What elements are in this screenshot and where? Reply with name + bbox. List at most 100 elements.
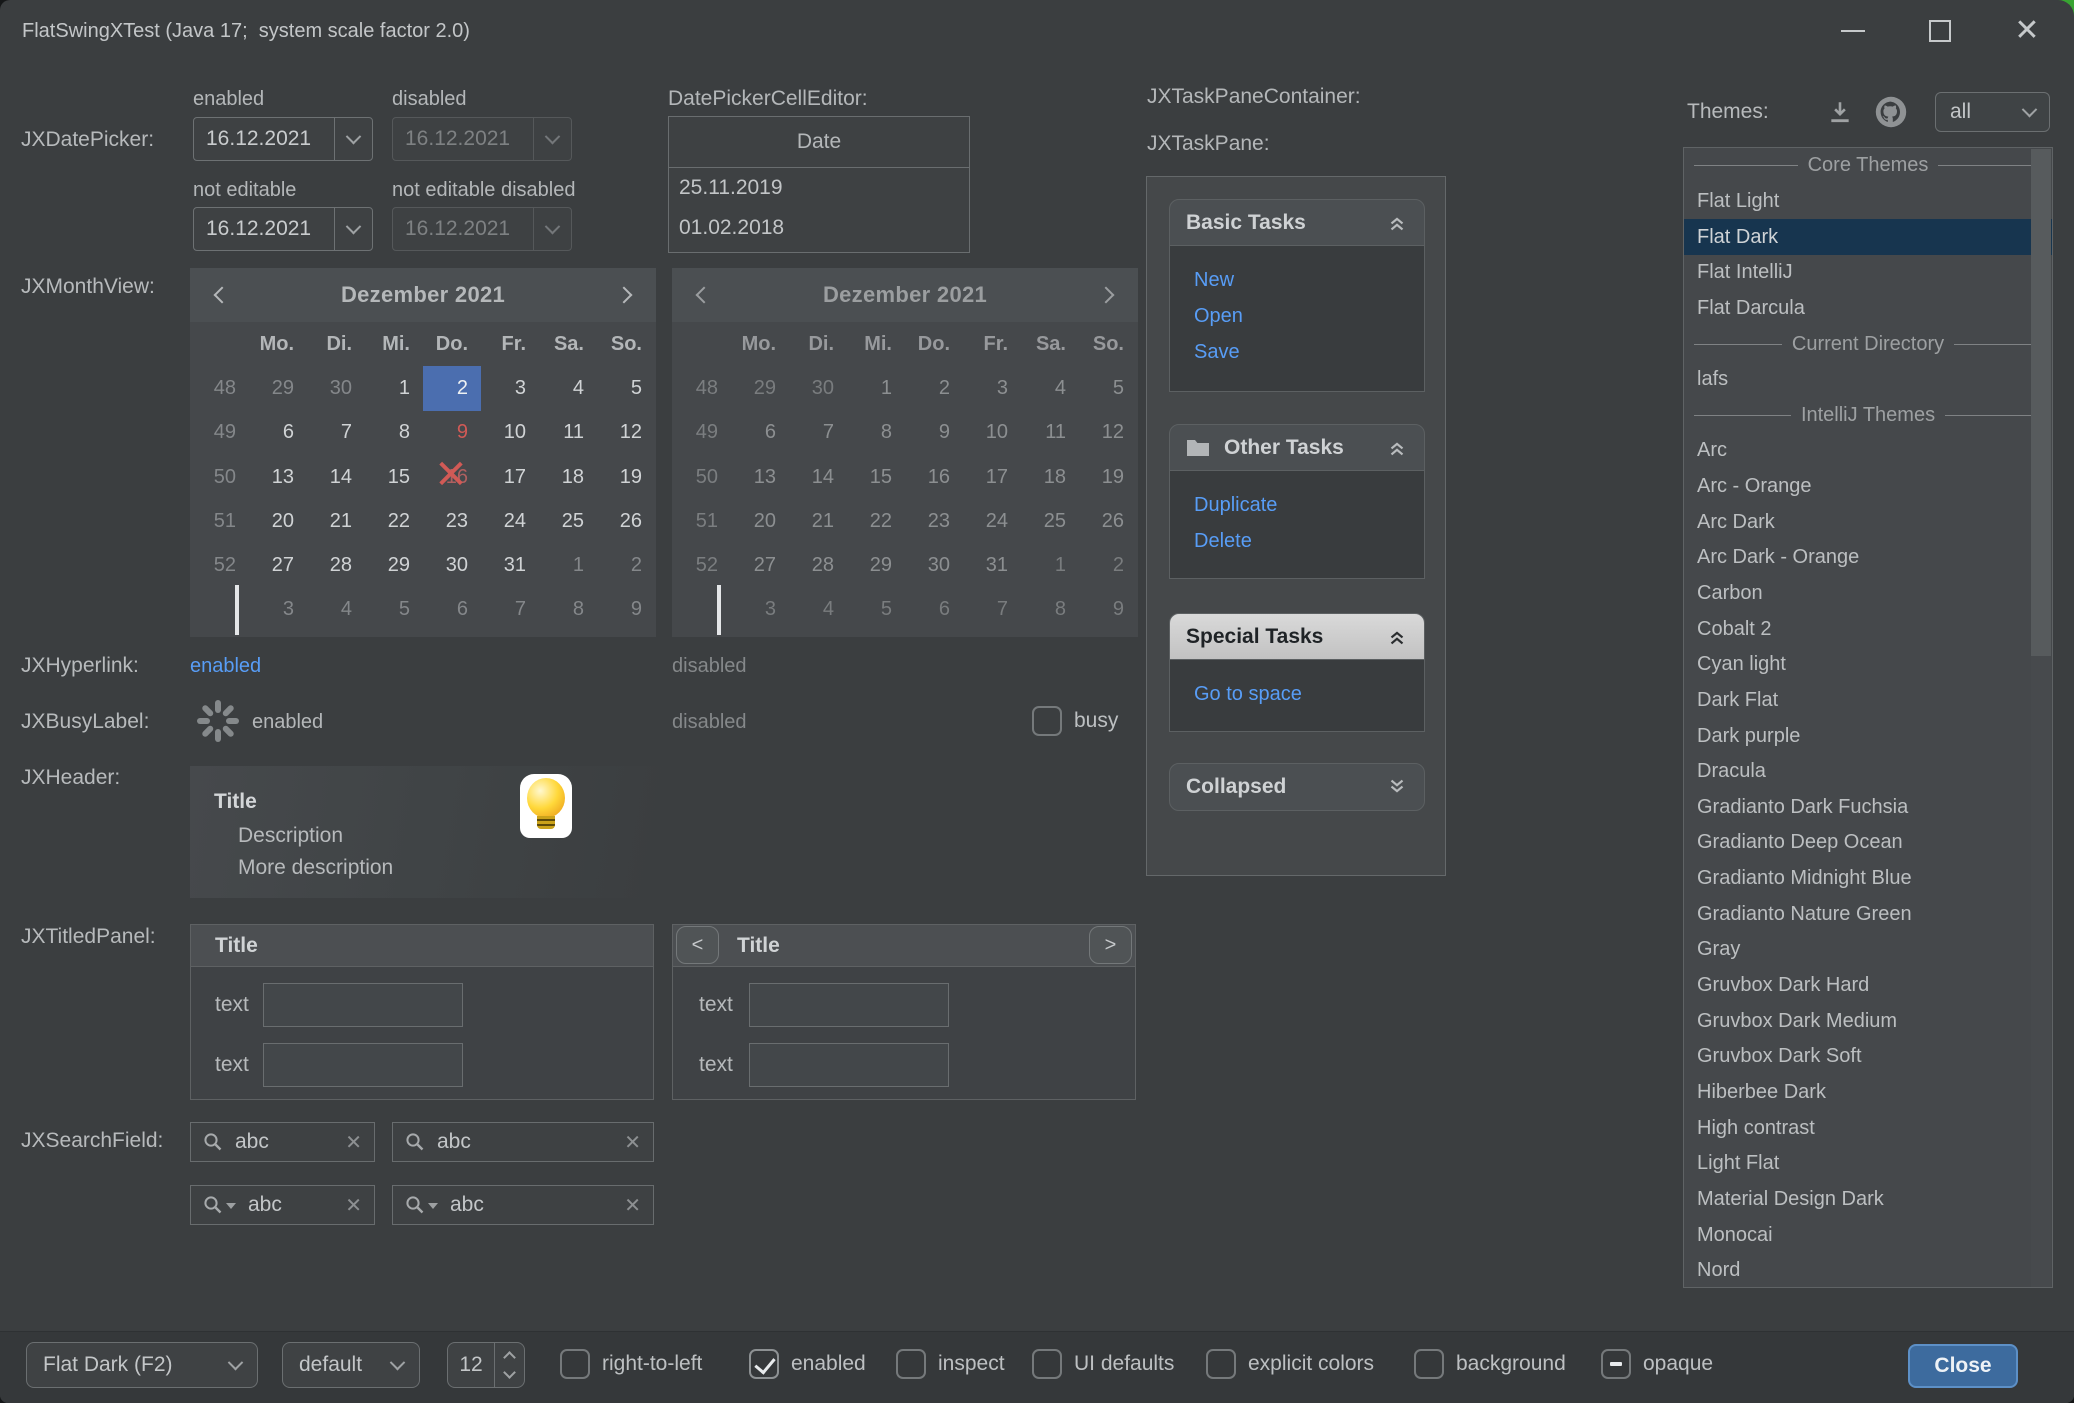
day-cell[interactable]: 4	[539, 366, 597, 410]
spinner-buttons[interactable]	[494, 1343, 524, 1387]
day-cell[interactable]: 7	[481, 588, 539, 632]
search-menu-arrow-icon[interactable]	[226, 1203, 236, 1209]
datepicker-dropdown-button[interactable]	[334, 208, 372, 250]
text-input[interactable]	[263, 1043, 463, 1087]
day-cell[interactable]: 8	[365, 411, 423, 455]
next-month-icon[interactable]	[615, 287, 632, 304]
spinner-up-icon[interactable]	[503, 1351, 516, 1364]
checkbox-box[interactable]	[896, 1349, 926, 1379]
day-cell[interactable]: 7	[307, 411, 365, 455]
font-size-spinner[interactable]: 12	[447, 1342, 525, 1388]
theme-item-dark-flat[interactable]: Dark Flat	[1684, 683, 2052, 719]
clear-icon[interactable]: ✕	[345, 1130, 362, 1155]
day-cell[interactable]: 29	[365, 543, 423, 587]
date-value[interactable]: 16.12.2021	[194, 127, 334, 151]
day-cell[interactable]: 22	[365, 499, 423, 543]
day-cell[interactable]: 6	[249, 411, 307, 455]
theme-item-nord[interactable]: Nord	[1684, 1253, 2052, 1288]
theme-item-gruvbox-dark-soft[interactable]: Gruvbox Dark Soft	[1684, 1039, 2052, 1075]
day-cell[interactable]: 14	[307, 455, 365, 499]
theme-item-gradianto-dark-fuchsia[interactable]: Gradianto Dark Fuchsia	[1684, 790, 2052, 826]
checkbox-enabled[interactable]: enabled	[749, 1349, 866, 1379]
day-cell[interactable]: 19	[597, 455, 655, 499]
clear-icon[interactable]: ✕	[624, 1193, 641, 1218]
day-cell[interactable]: 1	[539, 543, 597, 587]
theme-item-light-flat[interactable]: Light Flat	[1684, 1146, 2052, 1182]
search-menu-arrow-icon[interactable]	[428, 1203, 438, 1209]
collapse-icon[interactable]	[1386, 212, 1408, 234]
day-cell[interactable]: 18	[539, 455, 597, 499]
theme-item-monocai[interactable]: Monocai	[1684, 1217, 2052, 1253]
scrollbar-thumb[interactable]	[2031, 149, 2051, 656]
theme-item-lafs[interactable]: lafs	[1684, 362, 2052, 398]
day-cell[interactable]: 9	[423, 411, 481, 455]
taskgroup-other-header[interactable]: Other Tasks	[1169, 424, 1425, 471]
themes-list[interactable]: Core ThemesFlat LightFlat DarkFlat Intel…	[1683, 147, 2053, 1288]
theme-item-flat-intellij[interactable]: Flat IntelliJ	[1684, 255, 2052, 291]
taskgroup-special-header[interactable]: Special Tasks	[1169, 613, 1425, 660]
clear-icon[interactable]: ✕	[624, 1130, 641, 1155]
checkbox-box[interactable]	[560, 1349, 590, 1379]
panel-next-button[interactable]: >	[1089, 926, 1132, 964]
theme-item-cobalt-2[interactable]: Cobalt 2	[1684, 611, 2052, 647]
search-field-1[interactable]: abc ✕	[190, 1122, 375, 1162]
day-cell[interactable]: 2	[423, 366, 481, 410]
text-input[interactable]	[749, 1043, 949, 1087]
date-value[interactable]: 16.12.2021	[194, 217, 334, 241]
checkbox-box[interactable]	[749, 1349, 779, 1379]
checkbox-background[interactable]: background	[1414, 1349, 1566, 1379]
taskgroup-basic-header[interactable]: Basic Tasks	[1169, 199, 1425, 246]
task-link-delete[interactable]: Delete	[1194, 523, 1424, 559]
checkbox-box[interactable]	[1601, 1349, 1631, 1379]
theme-item-gruvbox-dark-hard[interactable]: Gruvbox Dark Hard	[1684, 968, 2052, 1004]
datepicker-not-editable[interactable]: 16.12.2021	[193, 207, 373, 251]
day-cell[interactable]: 28	[307, 543, 365, 587]
spinner-down-icon[interactable]	[503, 1366, 516, 1379]
theme-item-gradianto-midnight-blue[interactable]: Gradianto Midnight Blue	[1684, 861, 2052, 897]
day-cell[interactable]: 9	[597, 588, 655, 632]
theme-item-gray[interactable]: Gray	[1684, 932, 2052, 968]
day-cell[interactable]: 30	[307, 366, 365, 410]
checkbox-box[interactable]	[1032, 706, 1062, 736]
search-with-menu-icon[interactable]	[405, 1195, 425, 1215]
task-link-save[interactable]: Save	[1194, 334, 1424, 370]
checkbox-box[interactable]	[1032, 1349, 1062, 1379]
table-row[interactable]: 01.02.2018	[669, 208, 969, 248]
day-cell[interactable]: 12	[597, 411, 655, 455]
text-input[interactable]	[749, 983, 949, 1027]
search-with-menu-icon[interactable]	[203, 1195, 223, 1215]
day-cell[interactable]: 10	[481, 411, 539, 455]
collapse-icon[interactable]	[1386, 626, 1408, 648]
day-cell[interactable]: 5	[597, 366, 655, 410]
hyperlink-enabled[interactable]: enabled	[190, 652, 261, 680]
theme-item-flat-light[interactable]: Flat Light	[1684, 184, 2052, 220]
theme-item-material-design-dark[interactable]: Material Design Dark	[1684, 1182, 2052, 1218]
themes-filter-combo[interactable]: all	[1935, 92, 2050, 132]
day-cell[interactable]: 25	[539, 499, 597, 543]
checkbox-right-to-left[interactable]: right-to-left	[560, 1349, 702, 1379]
day-cell[interactable]: 16✕	[423, 455, 481, 499]
theme-item-dracula[interactable]: Dracula	[1684, 754, 2052, 790]
clear-icon[interactable]: ✕	[345, 1193, 362, 1218]
github-button[interactable]	[1874, 95, 1908, 129]
theme-item-arc-dark[interactable]: Arc Dark	[1684, 504, 2052, 540]
month-view-enabled[interactable]: Dezember 2021 Mo.Di.Mi.Do.Fr.Sa.So.48293…	[190, 268, 656, 637]
busy-checkbox[interactable]: busy	[1032, 706, 1118, 736]
theme-item-cyan-light[interactable]: Cyan light	[1684, 647, 2052, 683]
theme-item-arc-dark-orange[interactable]: Arc Dark - Orange	[1684, 540, 2052, 576]
font-combo[interactable]: default	[282, 1342, 420, 1388]
task-link-go-to-space[interactable]: Go to space	[1194, 676, 1424, 712]
theme-item-gradianto-nature-green[interactable]: Gradianto Nature Green	[1684, 896, 2052, 932]
close-window-button[interactable]: ✕	[1999, 10, 2055, 52]
checkbox-ui-defaults[interactable]: UI defaults	[1032, 1349, 1174, 1379]
celleditor-table[interactable]: Date 25.11.2019 01.02.2018	[668, 116, 970, 253]
search-input[interactable]: abc	[248, 1193, 345, 1217]
maximize-button[interactable]	[1912, 10, 1968, 52]
search-field-2[interactable]: abc ✕	[392, 1122, 654, 1162]
search-field-3[interactable]: abc ✕	[190, 1185, 375, 1225]
day-cell[interactable]: 11	[539, 411, 597, 455]
day-cell[interactable]: 23	[423, 499, 481, 543]
day-cell[interactable]: 20	[249, 499, 307, 543]
search-input[interactable]: abc	[235, 1130, 345, 1154]
day-cell[interactable]: 21	[307, 499, 365, 543]
